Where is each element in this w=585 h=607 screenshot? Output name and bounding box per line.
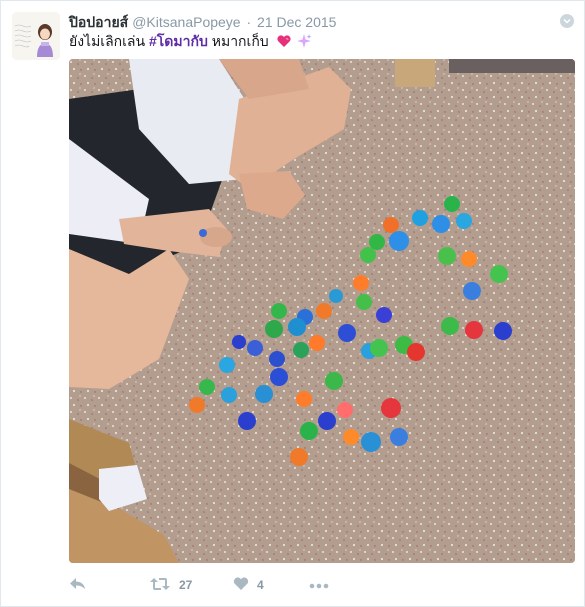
more-button[interactable] (309, 574, 329, 596)
separator-dot: · (246, 14, 252, 30)
tweet-timestamp[interactable]: 21 Dec 2015 (257, 14, 336, 30)
heart-icon (233, 576, 249, 594)
reply-icon (69, 576, 87, 595)
user-fullname[interactable]: ปิอปอายส์ (69, 14, 128, 30)
sparkles-emoji (295, 33, 313, 54)
reply-button[interactable] (69, 574, 87, 596)
photo-image (69, 59, 575, 563)
tweet-actions: 27 4 (69, 574, 564, 596)
retweet-icon (149, 576, 171, 595)
tweet-card: ปิอปอายส์ @KitsanaPopeye · 21 Dec 2015 ยั… (0, 0, 585, 607)
chevron-down-icon[interactable] (560, 14, 574, 28)
tweet-text-after: หมากเก็บ (211, 33, 269, 49)
retweet-count: 27 (179, 578, 193, 592)
user-handle[interactable]: @KitsanaPopeye (132, 14, 240, 30)
tweet-text-plain: ยังไม่เลิกเล่น (69, 33, 146, 49)
tweet-text: ยังไม่เลิกเล่น #โดมากับ หมากเก็บ (69, 31, 564, 54)
hashtag-link[interactable]: #โดมากับ (149, 33, 208, 49)
like-count: 4 (257, 578, 264, 592)
avatar-illustration (12, 12, 60, 60)
heart-emoji (276, 33, 292, 54)
more-dots-icon (309, 578, 329, 592)
tweet-photo[interactable] (69, 59, 575, 563)
avatar[interactable] (12, 12, 60, 60)
like-button[interactable]: 4 (233, 574, 264, 596)
retweet-button[interactable]: 27 (149, 574, 192, 596)
tweet-header: ปิอปอายส์ @KitsanaPopeye · 21 Dec 2015 (69, 13, 554, 31)
